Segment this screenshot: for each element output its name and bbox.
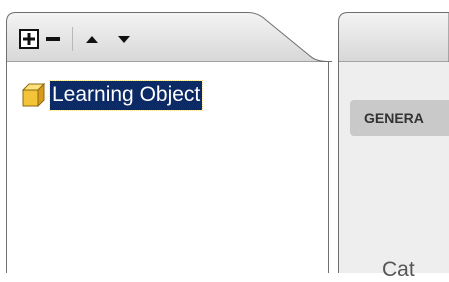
properties-panel: GENERA Cat [338, 12, 449, 281]
move-up-button[interactable] [81, 28, 103, 50]
remove-node-button[interactable] [42, 28, 64, 50]
plus-icon [19, 29, 39, 49]
tab-general[interactable]: GENERA [350, 100, 449, 136]
toolbar-separator [72, 27, 73, 51]
tree-toolbar [18, 26, 137, 52]
triangle-down-icon [118, 36, 130, 43]
properties-body [338, 62, 449, 273]
add-node-button[interactable] [18, 28, 40, 50]
structure-tree-panel: Learning Object [6, 12, 332, 273]
tree-node-label[interactable]: Learning Object [48, 79, 204, 111]
cube-icon [21, 82, 46, 108]
triangle-up-icon [86, 36, 98, 43]
properties-panel-tab [338, 12, 449, 62]
tree-node-learning-object[interactable]: Learning Object [20, 78, 204, 112]
minus-icon [46, 37, 60, 41]
clipped-field-label: Cat [382, 258, 415, 281]
move-down-button[interactable] [113, 28, 135, 50]
